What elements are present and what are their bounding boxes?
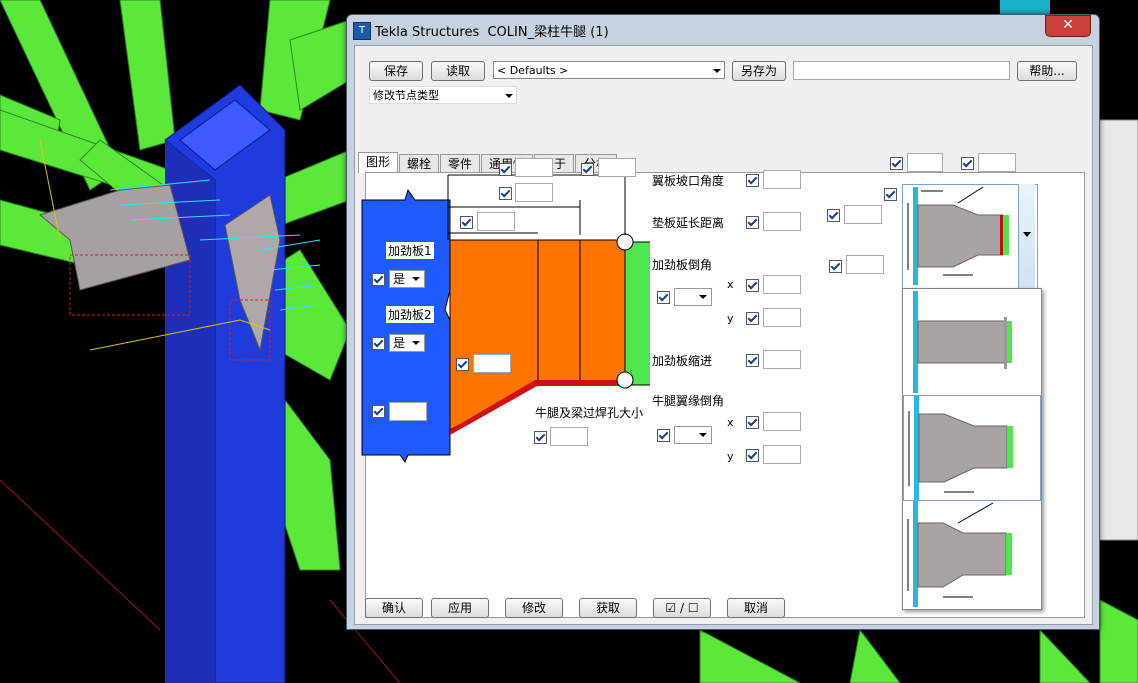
stiffener-inset-label: 加劲板缩进 <box>652 354 713 368</box>
chamfer-y-label: y <box>727 312 734 325</box>
chevron-down-icon <box>1023 232 1031 237</box>
tekla-icon: T <box>353 22 371 40</box>
get-button[interactable]: 获取 <box>579 598 637 618</box>
modify-type-value: 修改节点类型 <box>373 89 439 102</box>
bevel-stiffener-icon <box>907 501 1012 607</box>
dim-top1-checkbox[interactable] <box>499 163 512 176</box>
stiffener1-checkbox[interactable] <box>372 273 385 286</box>
flange-chamfer-y-checkbox[interactable] <box>746 449 759 462</box>
modify-type-select[interactable]: 修改节点类型 <box>369 86 517 104</box>
cancel-button[interactable]: 取消 <box>727 598 785 618</box>
dim-top4-input[interactable] <box>477 212 515 231</box>
right-dim5-input[interactable] <box>846 255 884 274</box>
right-dim1-input[interactable] <box>907 153 943 172</box>
load-button[interactable]: 读取 <box>431 61 485 81</box>
flange-chamfer-x-label: x <box>727 416 734 429</box>
weld-hole-checkbox[interactable] <box>534 431 547 444</box>
stiffener-chamfer-label: 加劲板倒角 <box>652 258 713 272</box>
flange-bevel-input[interactable] <box>763 170 801 189</box>
stiffener-inset-input[interactable] <box>763 350 801 369</box>
chamfer-y-input[interactable] <box>763 308 801 327</box>
save-as-button[interactable]: 另存为 <box>732 61 786 81</box>
chevron-down-icon <box>713 69 721 73</box>
stiffener-chamfer-checkbox[interactable] <box>657 291 670 304</box>
bracket-flange-chamfer-label: 牛腿翼缘倒角 <box>652 394 725 408</box>
dropdown-option-tapered[interactable] <box>903 395 1041 501</box>
dim-top1-input[interactable] <box>515 158 553 177</box>
image-select-arrow[interactable] <box>1018 184 1035 288</box>
flange-chamfer-x-checkbox[interactable] <box>746 416 759 429</box>
chevron-down-icon <box>412 341 420 345</box>
chamfer-x-input[interactable] <box>763 275 801 294</box>
title-bar[interactable]: T Tekla Structures COLIN_梁柱牛腿 (1) ✕ <box>347 15 1099 43</box>
flange-chamfer-y-input[interactable] <box>763 445 801 464</box>
chamfer-x-checkbox[interactable] <box>746 279 759 292</box>
dim-top3-input[interactable] <box>515 183 553 202</box>
stiffener-type-dropdown[interactable] <box>902 288 1042 610</box>
flange-chamfer-checkbox[interactable] <box>657 429 670 442</box>
dim-top3-checkbox[interactable] <box>499 187 512 200</box>
flange-chamfer-x-input[interactable] <box>763 412 801 431</box>
stiffener2-label: 加劲板2 <box>386 306 434 323</box>
chevron-down-icon <box>699 433 707 437</box>
pad-extension-label: 垫板延长距离 <box>652 216 725 230</box>
column-dim-input[interactable] <box>389 402 427 421</box>
save-button[interactable]: 保存 <box>369 61 423 81</box>
stiffener1-value: 是 <box>393 272 406 286</box>
pad-extension-input[interactable] <box>763 212 801 231</box>
bracket-dim-checkbox[interactable] <box>456 358 469 371</box>
save-as-name-input[interactable] <box>793 61 1010 80</box>
ok-button[interactable]: 确认 <box>365 598 423 618</box>
dim-top4-checkbox[interactable] <box>460 216 473 229</box>
stiffener2-checkbox[interactable] <box>372 337 385 350</box>
column-dim-checkbox[interactable] <box>372 405 385 418</box>
chamfer-y-checkbox[interactable] <box>746 312 759 325</box>
modify-button[interactable]: 修改 <box>505 598 563 618</box>
stiffener-option-selected-icon <box>907 186 1009 285</box>
tapered-stiffener-icon <box>908 396 1013 500</box>
apply-button[interactable]: 应用 <box>431 598 489 618</box>
right-dim3-checkbox[interactable] <box>884 188 897 201</box>
right-dim5-checkbox[interactable] <box>829 260 842 273</box>
right-dim1-checkbox[interactable] <box>890 157 903 170</box>
stiffener1-select[interactable]: 是 <box>389 270 425 288</box>
stiffener2-select[interactable]: 是 <box>389 334 425 352</box>
pad-extension-checkbox[interactable] <box>746 216 759 229</box>
dim-top2-input[interactable] <box>598 158 636 177</box>
chevron-down-icon <box>699 295 707 299</box>
right-dim4-checkbox[interactable] <box>827 209 840 222</box>
window-title: Tekla Structures COLIN_梁柱牛腿 (1) <box>375 25 609 40</box>
right-dim4-input[interactable] <box>844 205 882 224</box>
flange-chamfer-type-select[interactable] <box>674 426 712 444</box>
flange-bevel-checkbox[interactable] <box>746 174 759 187</box>
straight-stiffener-icon <box>913 291 1012 393</box>
stiffener2-value: 是 <box>393 336 406 350</box>
right-dim2-checkbox[interactable] <box>961 157 974 170</box>
dim-top2-checkbox[interactable] <box>581 163 594 176</box>
dropdown-option-straight[interactable] <box>903 289 1041 395</box>
dropdown-option-bevel[interactable] <box>903 501 1041 607</box>
right-dim2-input[interactable] <box>978 153 1016 172</box>
bracket-dim-input[interactable] <box>473 354 511 373</box>
help-button[interactable]: 帮助... <box>1017 61 1077 81</box>
chamfer-x-label: x <box>727 278 734 291</box>
weld-hole-label: 牛腿及梁过焊孔大小 <box>535 406 644 420</box>
chevron-down-icon <box>505 94 513 98</box>
flange-chamfer-y-label: y <box>727 450 734 463</box>
weld-hole-input[interactable] <box>550 427 588 446</box>
stiffener-inset-checkbox[interactable] <box>746 354 759 367</box>
preset-select[interactable]: < Defaults > <box>493 61 725 79</box>
toggle-checks-button[interactable]: ☑ / ☐ <box>653 598 711 618</box>
stiffener-chamfer-type-select[interactable] <box>674 288 712 306</box>
preset-value: < Defaults > <box>497 64 569 77</box>
stiffener1-label: 加劲板1 <box>386 242 434 259</box>
close-button[interactable]: ✕ <box>1045 15 1091 37</box>
chevron-down-icon <box>412 277 420 281</box>
flange-bevel-label: 翼板坡口角度 <box>652 174 725 188</box>
